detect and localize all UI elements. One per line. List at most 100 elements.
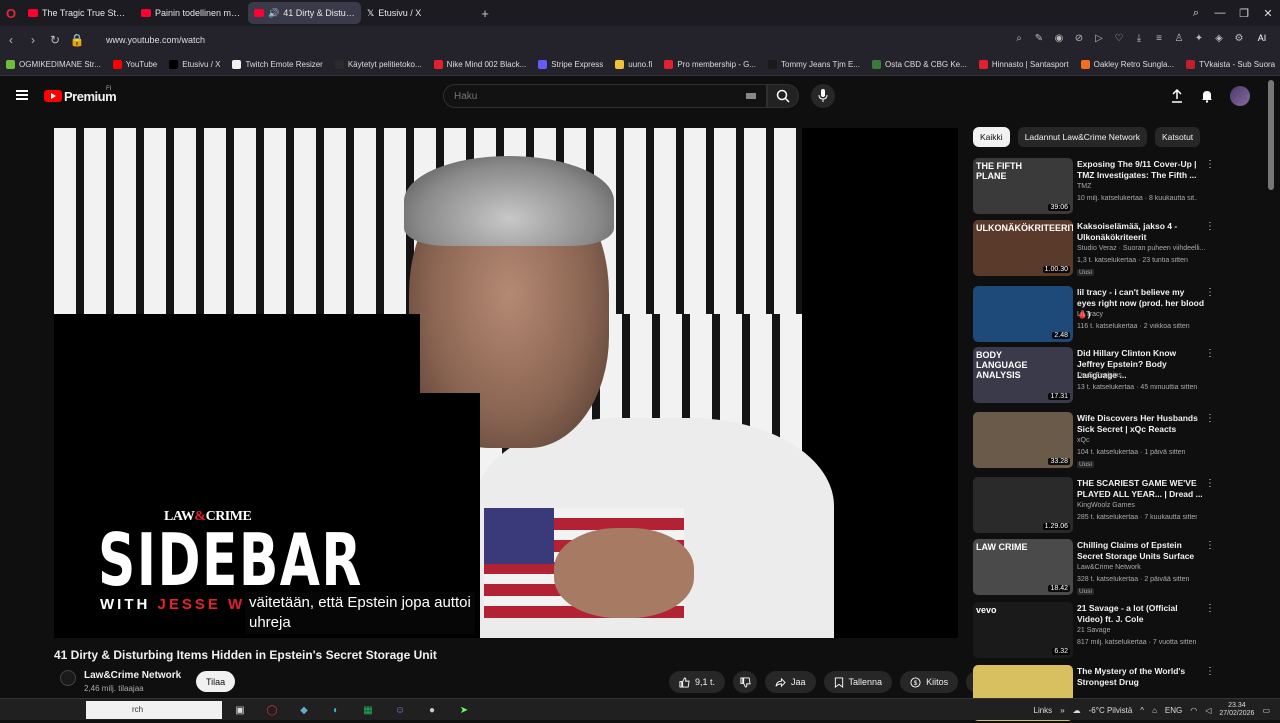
taskbar-search[interactable]: rch: [86, 701, 222, 719]
search-button[interactable]: [767, 84, 799, 108]
bookmark-item[interactable]: uuno.fi: [615, 60, 652, 69]
channel-name[interactable]: Law&Crime Network: [84, 670, 181, 681]
spotify-app-icon[interactable]: ▦: [358, 701, 378, 719]
page-scrollbar[interactable]: [1268, 80, 1274, 190]
chip-all[interactable]: Kaikki: [973, 127, 1010, 147]
more-options-icon[interactable]: ⋮: [1205, 603, 1215, 614]
recommendation-thumbnail[interactable]: vevo 6.32: [973, 602, 1073, 658]
discord-icon[interactable]: ☺: [390, 701, 410, 719]
account-avatar[interactable]: [1230, 86, 1250, 106]
notifications-icon[interactable]: ▭: [1262, 706, 1270, 715]
extension-icon[interactable]: ✦: [1192, 33, 1206, 47]
recommendation-item[interactable]: BODY LANGUAGE ANALYSIS 17.31 Did Hillary C…: [973, 347, 1215, 405]
opera-icon[interactable]: ◯: [262, 701, 282, 719]
url-field[interactable]: www.youtube.com/watch: [106, 35, 205, 45]
minimize-icon[interactable]: —: [1208, 7, 1232, 19]
ai-button[interactable]: AI: [1252, 33, 1272, 47]
new-tab-button[interactable]: +: [474, 6, 496, 21]
more-options-icon[interactable]: ⋮: [1205, 478, 1215, 489]
search-icon[interactable]: ⌕: [1184, 7, 1208, 20]
opera-logo-icon[interactable]: O: [0, 0, 22, 26]
heart-icon[interactable]: ♡: [1112, 33, 1126, 47]
more-options-icon[interactable]: ⋮: [1205, 666, 1215, 677]
bookmark-item[interactable]: Tommy Jeans Tjm E...: [768, 60, 860, 69]
tray-chevron-icon[interactable]: ^: [1140, 706, 1144, 715]
youtube-logo-icon[interactable]: [44, 90, 62, 102]
language-indicator[interactable]: ENG: [1165, 706, 1182, 715]
recommendation-item[interactable]: LAW CRIME 18.42 Chilling Claims of Epstein…: [973, 539, 1215, 597]
arrow-app-icon[interactable]: ➤: [454, 701, 474, 719]
notifications-bell-icon[interactable]: [1200, 89, 1214, 103]
maximize-icon[interactable]: ❐: [1232, 7, 1256, 20]
subscribe-button[interactable]: Tilaa: [196, 671, 236, 692]
search-input[interactable]: [444, 85, 724, 107]
hamburger-menu-icon[interactable]: [16, 90, 28, 100]
bookmark-item[interactable]: Twitch Emote Resizer: [232, 60, 323, 69]
recommendation-item[interactable]: vevo 6.32 21 Savage - a lot (Official Vide…: [973, 602, 1215, 660]
volume-icon[interactable]: ◁: [1205, 706, 1211, 715]
more-options-icon[interactable]: ⋮: [1205, 221, 1215, 232]
network-icon[interactable]: ⌂: [1152, 706, 1157, 715]
bookmark-item[interactable]: Hinnasto | Santasport: [978, 60, 1069, 69]
browser-tab-active[interactable]: 🔊 41 Dirty & Disturbing: [248, 2, 361, 24]
bookmark-item[interactable]: OGMIKEDIMANE Str...: [6, 60, 101, 69]
menu-icon[interactable]: ≡: [1152, 33, 1166, 47]
bookmark-item[interactable]: YouTube: [112, 60, 157, 69]
close-icon[interactable]: ✕: [1256, 7, 1280, 20]
recommendation-item[interactable]: THE FIFTH PLANE 39:06 Exposing The 9/11 Co…: [973, 158, 1215, 216]
more-options-icon[interactable]: ⋮: [1205, 348, 1215, 359]
bookmark-item[interactable]: Pro membership - G...: [664, 60, 756, 69]
more-options-icon[interactable]: ⋮: [1205, 287, 1215, 298]
block-icon[interactable]: ⊘: [1072, 33, 1086, 47]
recommendation-thumbnail[interactable]: 2.48: [973, 286, 1073, 342]
browser-tab[interactable]: The Tragic True Story of Ju: [22, 2, 135, 24]
share-button[interactable]: Jaa: [765, 671, 816, 693]
recommendation-thumbnail[interactable]: ULKONÄKÖKRITEERIT 1.00.30: [973, 220, 1073, 276]
wifi-icon[interactable]: ◠: [1190, 706, 1197, 715]
play-icon[interactable]: ▷: [1092, 33, 1106, 47]
task-view-icon[interactable]: ▣: [230, 701, 250, 719]
edge-icon[interactable]: ◐: [326, 701, 346, 719]
video-player[interactable]: LAW&CRIME SIDEBAR WITH JESSE W väitetään…: [54, 128, 958, 638]
dislike-button[interactable]: [733, 671, 758, 693]
reload-icon[interactable]: ↻: [44, 33, 66, 47]
bookmark-item[interactable]: Stripe Express: [538, 60, 603, 69]
speaker-icon[interactable]: 🔊: [268, 8, 279, 19]
clock[interactable]: 23.34 27/02/2026: [1219, 702, 1254, 718]
recommendation-thumbnail[interactable]: THE FIFTH PLANE 39:06: [973, 158, 1073, 214]
recommendation-item[interactable]: ULKONÄKÖKRITEERIT 1.00.30 Kaksoiselämää, j…: [973, 220, 1215, 278]
channel-avatar[interactable]: [60, 670, 76, 686]
zoom-icon[interactable]: ⌕: [1012, 33, 1026, 47]
bookmark-item[interactable]: TVkaista - Sub Suora: [1186, 60, 1275, 69]
bookmark-item[interactable]: Nike Mind 002 Black...: [433, 60, 526, 69]
keyboard-icon[interactable]: [746, 93, 756, 99]
recommendation-thumbnail[interactable]: LAW CRIME 18.42: [973, 539, 1073, 595]
thanks-button[interactable]: $ Kiitos: [900, 671, 959, 693]
more-options-icon[interactable]: ⋮: [1205, 413, 1215, 424]
voice-search-button[interactable]: [811, 84, 835, 108]
save-button[interactable]: Tallenna: [823, 671, 893, 693]
more-options-icon[interactable]: ⋮: [1205, 540, 1215, 551]
download-icon[interactable]: ⤓: [1132, 33, 1146, 47]
recommendation-thumbnail[interactable]: 1.29.06: [973, 477, 1073, 533]
more-options-icon[interactable]: ⋮: [1205, 159, 1215, 170]
settings-icon[interactable]: ⚙: [1232, 33, 1246, 47]
back-icon[interactable]: ‹: [0, 33, 22, 47]
recommendation-item[interactable]: 2.48 lil tracy - i can't believe my eyes …: [973, 286, 1215, 344]
recommendation-item[interactable]: 1.29.06 THE SCARIEST GAME WE'VE PLAYED AL…: [973, 477, 1215, 535]
browser-tab[interactable]: Painin todellinen merkitys: [135, 2, 248, 24]
profile-icon[interactable]: ♙: [1172, 33, 1186, 47]
upload-icon[interactable]: [1170, 89, 1184, 103]
camera-icon[interactable]: ◉: [1052, 33, 1066, 47]
bookmark-item[interactable]: Käytetyt pelitietoko...: [334, 60, 422, 69]
links-toolbar[interactable]: Links: [1034, 706, 1053, 715]
copilot-icon[interactable]: ◆: [294, 701, 314, 719]
chip-watched[interactable]: Katsotut: [1154, 127, 1201, 147]
bookmark-item[interactable]: Oakley Retro Sungla...: [1080, 60, 1174, 69]
like-button[interactable]: 9,1 t.: [669, 671, 726, 693]
forward-icon[interactable]: ›: [22, 33, 44, 47]
bookmark-item[interactable]: Etusivu / X: [169, 60, 220, 69]
edit-icon[interactable]: ✎: [1032, 33, 1046, 47]
cube-icon[interactable]: ◈: [1212, 33, 1226, 47]
browser-tab[interactable]: 𝕏 Etusivu / X: [361, 2, 474, 24]
